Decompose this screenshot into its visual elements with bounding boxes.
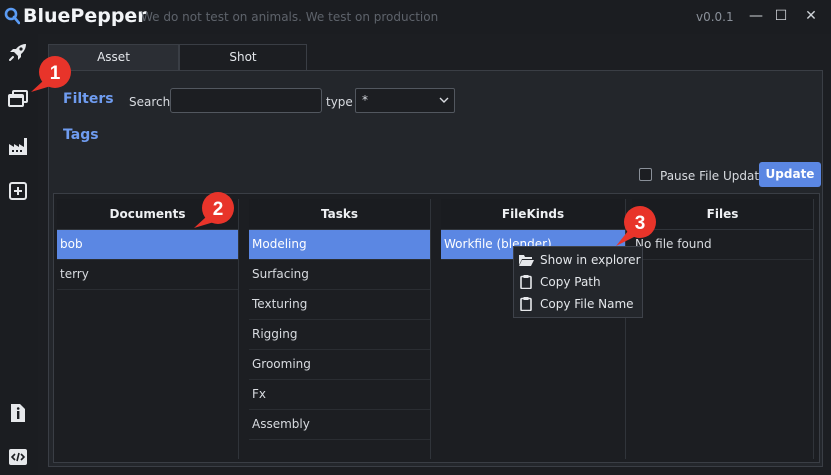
list-item[interactable]: Modeling [249, 230, 430, 260]
show-in-explorer-label: Show in explorer [540, 253, 641, 267]
type-value: * [362, 93, 368, 107]
app-version: v0.0.1 [696, 10, 734, 24]
search-label: Search [129, 95, 171, 109]
annotation-badge-3: 3 [616, 206, 656, 246]
tab-shot[interactable]: Shot [179, 44, 307, 70]
context-menu: Show in explorer Copy Path Copy File Nam… [513, 246, 643, 318]
chevron-down-icon [439, 97, 449, 103]
show-in-explorer-item[interactable]: Show in explorer [518, 250, 641, 270]
app-tagline: We do not test on animals. We test on pr… [141, 10, 439, 24]
copy-path-label: Copy Path [540, 275, 601, 289]
update-button[interactable]: Update [759, 162, 821, 187]
logo-icon [4, 7, 20, 25]
badge-3-text: 3 [635, 213, 646, 234]
folder-open-icon [519, 255, 534, 266]
tasks-column: Tasks Modeling Surfacing Texturing Riggi… [249, 199, 431, 459]
documents-column: Documents bob terry [57, 199, 239, 459]
clipboard-icon [520, 275, 532, 289]
annotation-badge-2: 2 [194, 192, 234, 228]
tasks-header: Tasks [249, 199, 430, 230]
filekinds-header: FileKinds [441, 199, 625, 230]
title-bar: BluePepper We do not test on animals. We… [0, 0, 831, 34]
list-item[interactable]: Rigging [249, 320, 430, 350]
filekinds-column: FileKinds Workfile (blender) [441, 199, 626, 459]
asset-panel: Filters Search type * Tags Pause File Up… [48, 70, 823, 467]
pause-file-update-label: Pause File Update [660, 169, 767, 183]
close-button[interactable]: ✕ [800, 6, 822, 26]
minimize-button[interactable]: — [745, 6, 767, 26]
list-item[interactable]: Fx [249, 380, 430, 410]
rocket-icon[interactable] [7, 41, 29, 63]
list-item[interactable]: Surfacing [249, 260, 430, 290]
badge-1-text: 1 [50, 63, 61, 84]
copy-path-item[interactable]: Copy Path [518, 272, 638, 292]
code-icon[interactable] [7, 446, 29, 468]
app-name: BluePepper [23, 5, 147, 27]
search-input[interactable] [170, 88, 322, 113]
tags-title: Tags [63, 127, 99, 143]
main-area: Asset Shot Filters Search type * Tags Pa… [38, 34, 831, 475]
pause-file-update-checkbox[interactable] [639, 168, 652, 181]
file-info-icon[interactable] [7, 402, 29, 424]
type-select[interactable]: * [355, 88, 455, 113]
list-item[interactable]: Texturing [249, 290, 430, 320]
list-item[interactable]: Assembly [249, 410, 430, 440]
list-item[interactable]: Grooming [249, 350, 430, 380]
copy-file-name-item[interactable]: Copy File Name [518, 294, 638, 314]
list-item[interactable]: terry [57, 260, 238, 290]
copy-file-name-label: Copy File Name [540, 297, 634, 311]
badge-2-text: 2 [213, 199, 224, 220]
lists-area: Documents bob terry Tasks Modeling Surfa… [53, 193, 820, 463]
type-label: type [326, 95, 353, 109]
add-icon[interactable] [7, 180, 29, 202]
factory-icon[interactable] [7, 135, 29, 157]
windows-icon[interactable] [7, 87, 29, 109]
list-item[interactable]: bob [57, 230, 238, 260]
annotation-badge-1: 1 [31, 56, 71, 92]
sidebar [0, 34, 38, 475]
clipboard-icon [520, 297, 532, 311]
maximize-button[interactable]: ☐ [770, 6, 792, 26]
